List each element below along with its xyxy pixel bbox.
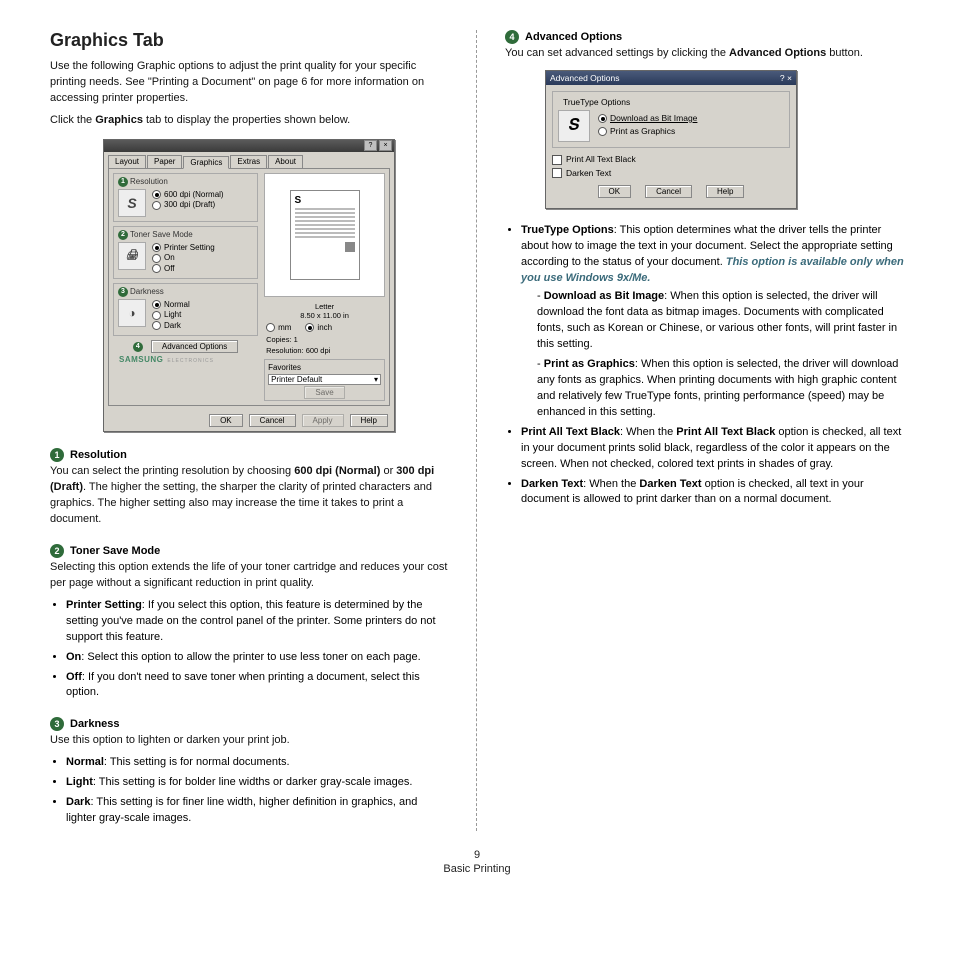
tab-graphics[interactable]: Graphics	[183, 156, 229, 169]
resolution-icon: S	[118, 189, 146, 217]
help-icon[interactable]: ?	[364, 140, 377, 151]
tab-paper[interactable]: Paper	[147, 155, 182, 168]
bullet-truetype: TrueType Options: This option determines…	[521, 223, 904, 420]
group-toner-save: 2Toner Save Mode 🖨 Printer Setting On Of…	[113, 226, 258, 279]
toner-bullet-off: Off: If you don't need to save toner whe…	[66, 670, 448, 702]
favorites-select[interactable]: Printer Default▾	[268, 374, 381, 385]
radio-toner-on[interactable]: On	[152, 253, 215, 262]
radio-300dpi[interactable]: 300 dpi (Draft)	[152, 200, 224, 209]
radio-printer-setting[interactable]: Printer Setting	[152, 243, 215, 252]
chevron-down-icon: ▾	[374, 375, 378, 384]
tab-layout[interactable]: Layout	[108, 155, 146, 168]
ok-button[interactable]: OK	[598, 185, 632, 198]
section-resolution-head: 1 Resolution	[50, 448, 448, 462]
close-icon[interactable]: ×	[379, 140, 392, 151]
check-darken-text[interactable]: Darken Text	[552, 168, 790, 179]
bullet-darken-text: Darken Text: When the Darken Text option…	[521, 477, 904, 509]
toner-bullet-on: On: Select this option to allow the prin…	[66, 650, 448, 666]
section-advanced-head: 4 Advanced Options	[505, 30, 904, 44]
group-resolution: 1Resolution S 600 dpi (Normal) 300 dpi (…	[113, 173, 258, 222]
radio-toner-off[interactable]: Off	[152, 264, 215, 273]
toner-bullet-printersetting: Printer Setting: If you select this opti…	[66, 598, 448, 646]
section-advanced-intro: You can set advanced settings by clickin…	[505, 46, 904, 62]
ok-button[interactable]: OK	[209, 414, 243, 427]
page-title: Graphics Tab	[50, 30, 448, 51]
callout-1: 1	[118, 177, 128, 187]
radio-inch[interactable]: inch	[305, 323, 332, 332]
intro-paragraph-2: Click the Graphics tab to display the pr…	[50, 113, 448, 129]
radio-print-graphics[interactable]: Print as Graphics	[598, 126, 697, 136]
dark-bullet-normal: Normal: This setting is for normal docum…	[66, 755, 448, 771]
callout-3: 3	[118, 287, 128, 297]
preview-pane: S	[264, 173, 385, 297]
help-button[interactable]: Help	[706, 185, 744, 198]
radio-download-bit[interactable]: Download as Bit Image	[598, 113, 697, 123]
brand-logo: SAMSUNG	[119, 355, 163, 364]
copies-label: Copies: 1	[264, 334, 385, 345]
section-toner-head: 2 Toner Save Mode	[50, 544, 448, 558]
close-icon[interactable]: ×	[787, 73, 792, 83]
group-darkness: 3Darkness ◑ Normal Light Dark	[113, 283, 258, 336]
truetype-icon: 𝑺	[558, 110, 590, 142]
bullet-print-all-black: Print All Text Black: When the Print All…	[521, 425, 904, 473]
section-darkness-intro: Use this option to lighten or darken you…	[50, 733, 448, 749]
preview-paper-label: Letter 8.50 x 11.00 in	[264, 301, 385, 321]
advanced-options-dialog: Advanced Options ? × TrueType Options 𝑺 …	[545, 70, 797, 210]
tab-about[interactable]: About	[268, 155, 303, 168]
sub-print-graphics: Print as Graphics: When this option is s…	[537, 357, 904, 421]
section-darkness-head: 3 Darkness	[50, 717, 448, 731]
radio-600dpi[interactable]: 600 dpi (Normal)	[152, 190, 224, 199]
favorites-save-button[interactable]: Save	[304, 386, 344, 399]
dialog-title: Advanced Options	[550, 73, 619, 83]
section-toner-intro: Selecting this option extends the life o…	[50, 560, 448, 592]
brand-subtext: ELECTRONICS	[167, 358, 214, 364]
page-footer-label: Basic Printing	[50, 863, 904, 875]
darkness-icon: ◑	[118, 299, 146, 327]
radio-dark-light[interactable]: Light	[152, 310, 190, 319]
radio-dark-normal[interactable]: Normal	[152, 300, 190, 309]
help-button[interactable]: Help	[350, 414, 388, 427]
cancel-button[interactable]: Cancel	[645, 185, 692, 198]
cancel-button[interactable]: Cancel	[249, 414, 296, 427]
radio-mm[interactable]: mm	[266, 323, 291, 332]
truetype-group-title: TrueType Options	[560, 97, 633, 107]
apply-button[interactable]: Apply	[302, 414, 344, 427]
page-footer: 9 Basic Printing	[50, 849, 904, 875]
toner-icon: 🖨	[118, 242, 146, 270]
check-print-all-black[interactable]: Print All Text Black	[552, 154, 790, 165]
advanced-options-button[interactable]: Advanced Options	[151, 340, 238, 353]
tab-extras[interactable]: Extras	[230, 155, 267, 168]
callout-2: 2	[118, 230, 128, 240]
callout-4: 4	[133, 342, 143, 352]
favorites-group: Favorites Printer Default▾ Save	[264, 359, 385, 401]
dark-bullet-light: Light: This setting is for bolder line w…	[66, 775, 448, 791]
sub-download-bit: Download as Bit Image: When this option …	[537, 289, 904, 353]
dialog-titlebar: ? ×	[104, 140, 394, 152]
properties-dialog: ? × Layout Paper Graphics Extras About 1…	[103, 139, 395, 432]
section-resolution-body: You can select the printing resolution b…	[50, 464, 448, 528]
radio-dark-dark[interactable]: Dark	[152, 321, 190, 330]
resolution-label: Resolution: 600 dpi	[264, 345, 385, 356]
intro-paragraph-1: Use the following Graphic options to adj…	[50, 59, 448, 107]
help-icon[interactable]: ?	[780, 73, 785, 83]
page-number: 9	[50, 849, 904, 861]
dark-bullet-dark: Dark: This setting is for finer line wid…	[66, 795, 448, 827]
